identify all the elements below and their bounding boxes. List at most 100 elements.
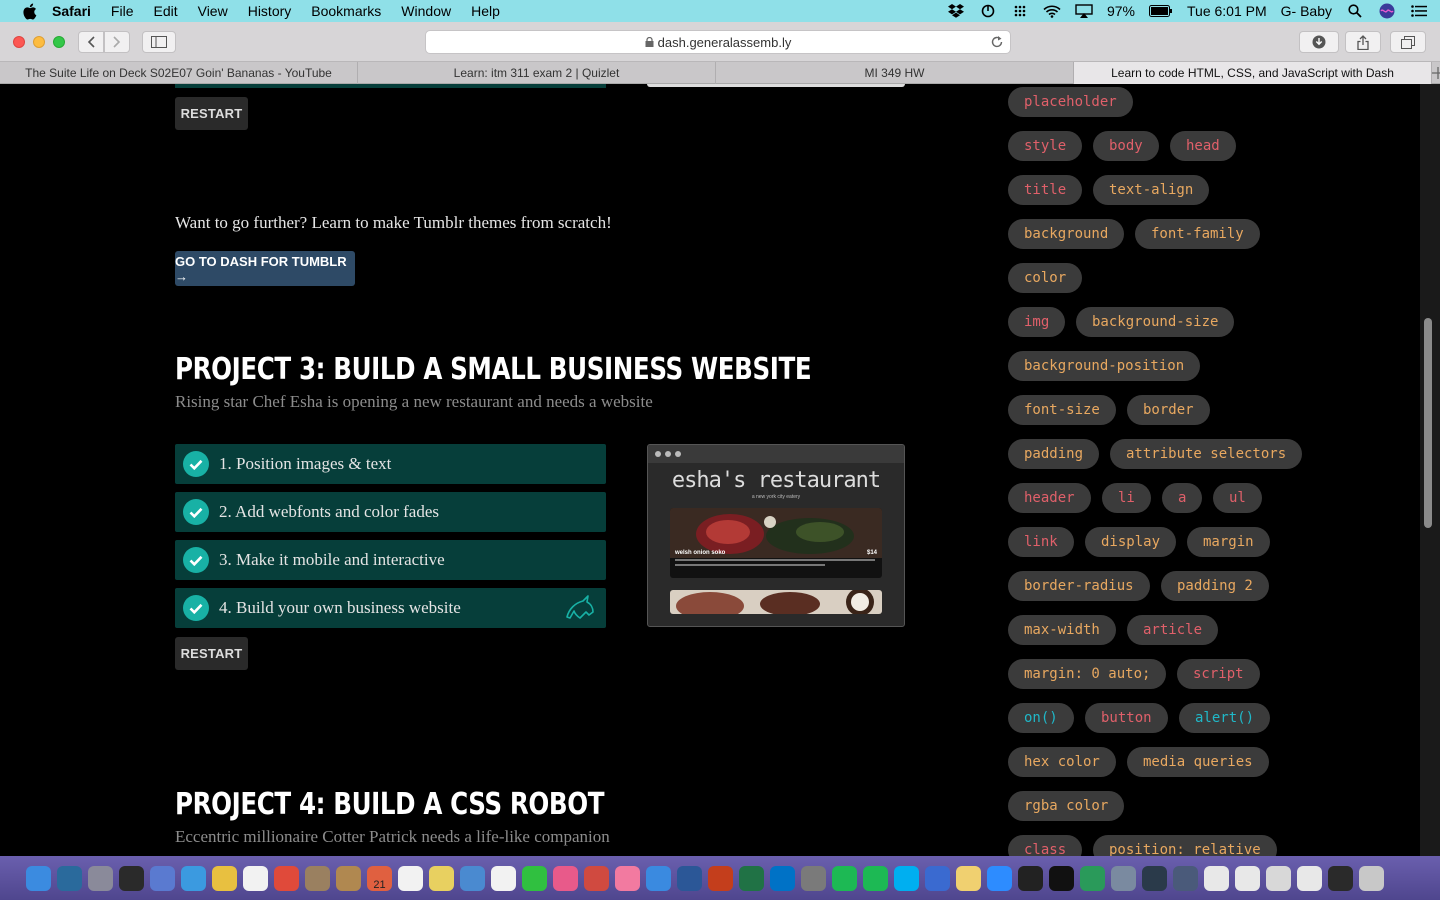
concept-chip-display[interactable]: display [1085, 527, 1177, 557]
tab-dash[interactable]: Learn to code HTML, CSS, and JavaScript … [1074, 62, 1432, 84]
concept-chip-font-size[interactable]: font-size [1008, 395, 1116, 425]
restaurant-preview[interactable]: esha's restaurant a new york city eatery… [647, 444, 905, 627]
concept-chip-head[interactable]: head [1170, 131, 1236, 161]
menu-file[interactable]: File [111, 3, 134, 19]
menu-help[interactable]: Help [471, 3, 500, 19]
concept-chip-body[interactable]: body [1093, 131, 1159, 161]
concept-chip-ul[interactable]: ul [1213, 483, 1262, 513]
concept-chip-style[interactable]: style [1008, 131, 1083, 161]
dock-app-icon[interactable] [26, 865, 51, 891]
concept-chip-padding-2[interactable]: padding 2 [1161, 571, 1269, 601]
siri-icon[interactable] [1378, 3, 1396, 19]
tab-youtube[interactable]: The Suite Life on Deck S02E07 Goin' Bana… [0, 62, 358, 84]
dock-app-icon[interactable] [212, 865, 237, 891]
concept-chip-background-size[interactable]: background-size [1076, 307, 1235, 337]
minimize-window-button[interactable] [33, 36, 45, 48]
dock-app-icon[interactable] [894, 865, 919, 891]
tab-mi349[interactable]: MI 349 HW [716, 62, 1074, 84]
concept-chip-a[interactable]: a [1162, 483, 1203, 513]
menu-app-safari[interactable]: Safari [52, 3, 91, 19]
restart-button-project3[interactable]: RESTART [175, 637, 248, 670]
concept-chip-link[interactable]: link [1008, 527, 1074, 557]
clock[interactable]: Tue 6:01 PM [1187, 3, 1267, 19]
user-name[interactable]: G- Baby [1281, 3, 1332, 19]
dock-app-icon[interactable] [1359, 865, 1384, 891]
dock-app-icon[interactable] [863, 865, 888, 891]
dock-app-icon[interactable] [1111, 865, 1136, 891]
notification-center-icon[interactable] [1410, 4, 1428, 18]
concept-chip-img[interactable]: img [1008, 307, 1066, 337]
dock-app-icon[interactable] [925, 865, 950, 891]
power-icon[interactable] [979, 4, 997, 18]
menu-window[interactable]: Window [401, 3, 451, 19]
dock-app-icon[interactable] [1204, 865, 1229, 891]
dash-for-tumblr-button[interactable]: GO TO DASH FOR TUMBLR → [175, 251, 355, 286]
dock-app-icon[interactable] [739, 865, 764, 891]
share-button[interactable] [1345, 31, 1381, 53]
calendar-icon[interactable]: 21 [367, 865, 392, 891]
battery-icon[interactable] [1149, 4, 1173, 18]
concept-chip-margin-0-auto[interactable]: margin: 0 auto; [1008, 659, 1167, 689]
apple-icon[interactable] [20, 2, 38, 20]
grid-icon[interactable] [1011, 4, 1029, 18]
concept-chip-button[interactable]: button [1085, 703, 1168, 733]
dock-app-icon[interactable] [119, 865, 144, 891]
dock-app-icon[interactable] [801, 865, 826, 891]
dock-app-icon[interactable] [1049, 865, 1074, 891]
project3-step-3[interactable]: 3. Make it mobile and interactive [175, 540, 606, 580]
concept-chip-background-position[interactable]: background-position [1008, 351, 1201, 381]
concept-chip-padding[interactable]: padding [1008, 439, 1100, 469]
dock-app-icon[interactable] [274, 865, 299, 891]
project3-step-2[interactable]: 2. Add webfonts and color fades [175, 492, 606, 532]
concept-chip-hex-color[interactable]: hex color [1008, 747, 1116, 777]
close-window-button[interactable] [13, 36, 25, 48]
concept-chip-border-radius[interactable]: border-radius [1008, 571, 1150, 601]
project3-step-4[interactable]: 4. Build your own business website [175, 588, 606, 628]
address-bar[interactable]: dash.generalassemb.ly [425, 30, 1011, 54]
sidebar-toggle-button[interactable] [142, 31, 176, 53]
concept-chip-title[interactable]: title [1008, 175, 1083, 205]
concept-chip-placeholder[interactable]: placeholder [1008, 87, 1133, 117]
concept-chip-color[interactable]: color [1008, 263, 1083, 293]
concept-chip-margin[interactable]: margin [1187, 527, 1270, 557]
concept-chip-on[interactable]: on() [1008, 703, 1074, 733]
concept-chip-class[interactable]: class [1008, 835, 1083, 856]
dock-app-icon[interactable] [553, 865, 578, 891]
concept-chip-border[interactable]: border [1127, 395, 1210, 425]
concept-chip-article[interactable]: article [1127, 615, 1219, 645]
concept-chip-font-family[interactable]: font-family [1135, 219, 1260, 249]
dock-app-icon[interactable] [987, 865, 1012, 891]
dock-app-icon[interactable] [1173, 865, 1198, 891]
dock-app-icon[interactable] [1080, 865, 1105, 891]
back-button[interactable] [78, 31, 104, 53]
menu-edit[interactable]: Edit [153, 3, 177, 19]
dock-app-icon[interactable] [1235, 865, 1260, 891]
concept-chip-li[interactable]: li [1102, 483, 1151, 513]
restart-button-project2[interactable]: RESTART [175, 97, 248, 130]
dock-app-icon[interactable] [522, 865, 547, 891]
dock-app-icon[interactable] [646, 865, 671, 891]
dropbox-icon[interactable] [947, 4, 965, 18]
dock-app-icon[interactable] [57, 865, 82, 891]
dock-app-icon[interactable] [708, 865, 733, 891]
concept-chip-max-width[interactable]: max-width [1008, 615, 1116, 645]
dock-app-icon[interactable] [677, 865, 702, 891]
concept-chip-attribute-selectors[interactable]: attribute selectors [1110, 439, 1303, 469]
dock-app-icon[interactable] [1018, 865, 1043, 891]
spotlight-icon[interactable] [1346, 4, 1364, 18]
concept-chip-media-queries[interactable]: media queries [1127, 747, 1269, 777]
concept-chip-alert[interactable]: alert() [1179, 703, 1271, 733]
concept-chip-background[interactable]: background [1008, 219, 1125, 249]
reload-icon[interactable] [990, 35, 1004, 49]
forward-button[interactable] [104, 31, 130, 53]
dock-app-icon[interactable] [956, 865, 981, 891]
dock-app-icon[interactable] [615, 865, 640, 891]
dock-app-icon[interactable] [88, 865, 113, 891]
tab-overview-button[interactable] [1390, 31, 1426, 53]
menu-view[interactable]: View [198, 3, 228, 19]
dock-app-icon[interactable] [1142, 865, 1167, 891]
concept-chip-header[interactable]: header [1008, 483, 1091, 513]
concept-chip-rgba-color[interactable]: rgba color [1008, 791, 1125, 821]
wifi-icon[interactable] [1043, 4, 1061, 18]
dock-app-icon[interactable] [305, 865, 330, 891]
